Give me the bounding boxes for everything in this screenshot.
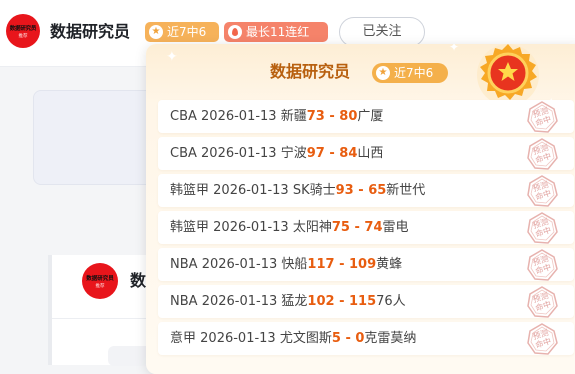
- away-score: 65: [368, 183, 387, 198]
- match-date: 2026-01-13: [201, 294, 278, 309]
- league: CBA: [170, 146, 197, 161]
- record-row[interactable]: 韩篮甲 2026-01-13 SK骑士93 - 65新世代 预测 命中: [158, 174, 574, 207]
- recent-record-label: 近7中6: [167, 25, 207, 39]
- score-separator: -: [353, 183, 369, 198]
- home-team: 猛龙: [281, 294, 308, 309]
- score-separator: -: [349, 220, 365, 235]
- hit-stamp-icon: 预测 命中: [526, 249, 558, 281]
- record-row[interactable]: NBA 2026-01-13 猛龙102 - 11576人 预测 命中: [158, 285, 574, 318]
- background-expert-name[interactable]: 数: [130, 270, 146, 292]
- league: CBA: [170, 109, 197, 124]
- score-separator: -: [324, 146, 340, 161]
- hit-stamp-icon: 预测 命中: [526, 175, 558, 207]
- home-team: 尤文图斯: [279, 331, 332, 346]
- away-team: 克雷莫纳: [364, 331, 417, 346]
- away-team: 山西: [357, 146, 384, 161]
- streak-label: 最长11连红: [246, 25, 310, 39]
- home-team: SK骑士: [292, 183, 336, 198]
- record-popover: ✦ ✦ ✦ 数据研究员 近7中6 CBA 2026-01-13 新疆73 - 8…: [146, 44, 575, 374]
- home-score: 73: [306, 109, 325, 124]
- follow-button[interactable]: 已关注: [339, 17, 425, 47]
- home-score: 102: [307, 294, 335, 309]
- league: 韩篮甲: [170, 220, 210, 235]
- away-score: 74: [364, 220, 383, 235]
- avatar-text: 数据研究员: [86, 276, 114, 282]
- record-text: 韩篮甲 2026-01-13 SK骑士93 - 65新世代: [170, 174, 425, 207]
- score-separator: -: [334, 294, 349, 309]
- record-text: 意甲 2026-01-13 尤文图斯5 - 0克雷莫纳: [170, 322, 416, 355]
- record-text: 韩篮甲 2026-01-13 太阳神75 - 74雷电: [170, 211, 409, 244]
- avatar[interactable]: 数据研究员 推荐: [6, 14, 40, 48]
- home-score: 97: [306, 146, 325, 161]
- record-text: CBA 2026-01-13 宁波97 - 84山西: [170, 137, 383, 170]
- home-team: 宁波: [280, 146, 307, 161]
- record-text: NBA 2026-01-13 猛龙102 - 11576人: [170, 285, 406, 318]
- popover-record-badge: 近7中6: [372, 63, 448, 83]
- away-team: 76人: [376, 294, 406, 309]
- away-team: 雷电: [382, 220, 409, 235]
- record-row[interactable]: CBA 2026-01-13 新疆73 - 80广厦 预测 命中: [158, 100, 574, 133]
- match-date: 2026-01-13: [213, 220, 289, 235]
- fire-icon: [228, 25, 242, 39]
- away-score: 84: [339, 146, 358, 161]
- record-text: CBA 2026-01-13 新疆73 - 80广厦: [170, 100, 383, 133]
- score-separator: -: [324, 109, 340, 124]
- record-text: NBA 2026-01-13 快船117 - 109黄蜂: [170, 248, 402, 281]
- match-date: 2026-01-13: [201, 257, 278, 272]
- avatar-text: 数据研究员: [9, 26, 37, 32]
- sparkle-icon: ✦: [449, 44, 460, 54]
- hit-stamp-icon: 预测 命中: [526, 138, 558, 170]
- home-team: 快船: [281, 257, 308, 272]
- league: 意甲: [170, 331, 197, 346]
- avatar-subtext: 推荐: [18, 34, 28, 39]
- match-date: 2026-01-13: [201, 146, 277, 161]
- record-row[interactable]: 韩篮甲 2026-01-13 太阳神75 - 74雷电 预测 命中: [158, 211, 574, 244]
- star-icon: [149, 25, 163, 39]
- background-avatar[interactable]: 数据研究员 推荐: [82, 263, 118, 299]
- home-team: 新疆: [280, 109, 307, 124]
- hit-stamp-icon: 预测 命中: [526, 212, 558, 244]
- hit-stamp-icon: 预测 命中: [526, 286, 558, 318]
- score-separator: -: [340, 331, 356, 346]
- away-score: 80: [339, 109, 358, 124]
- avatar-subtext: 推荐: [95, 284, 105, 289]
- league: 韩篮甲: [170, 183, 210, 198]
- league: NBA: [170, 294, 198, 309]
- match-date: 2026-01-13: [213, 183, 289, 198]
- home-score: 117: [307, 257, 335, 272]
- away-team: 黄蜂: [376, 257, 403, 272]
- star-icon: [376, 66, 390, 80]
- home-score: 5: [331, 331, 341, 346]
- match-date: 2026-01-13: [201, 109, 277, 124]
- popover-record-label: 近7中6: [394, 66, 434, 80]
- record-row[interactable]: NBA 2026-01-13 快船117 - 109黄蜂 预测 命中: [158, 248, 574, 281]
- league: NBA: [170, 257, 198, 272]
- recent-record-badge: 近7中6: [145, 22, 219, 42]
- home-score: 93: [335, 183, 354, 198]
- score-separator: -: [334, 257, 349, 272]
- away-score: 115: [349, 294, 377, 309]
- home-team: 太阳神: [292, 220, 332, 235]
- away-team: 新世代: [386, 183, 426, 198]
- record-row[interactable]: 意甲 2026-01-13 尤文图斯5 - 0克雷莫纳 预测 命中: [158, 322, 574, 355]
- hit-stamp-icon: 预测 命中: [526, 323, 558, 355]
- streak-badge: 最长11连红: [224, 22, 328, 42]
- home-score: 75: [331, 220, 350, 235]
- away-score: 109: [349, 257, 377, 272]
- away-team: 广厦: [357, 109, 384, 124]
- expert-name[interactable]: 数据研究员: [50, 20, 130, 44]
- record-row[interactable]: CBA 2026-01-13 宁波97 - 84山西 预测 命中: [158, 137, 574, 170]
- hit-stamp-icon: 预测 命中: [526, 101, 558, 133]
- sparkle-icon: ✦: [166, 49, 178, 65]
- match-date: 2026-01-13: [200, 331, 276, 346]
- record-list: CBA 2026-01-13 新疆73 - 80广厦 预测 命中 CBA 2026-0…: [158, 100, 574, 359]
- popover-title: 数据研究员: [270, 62, 351, 81]
